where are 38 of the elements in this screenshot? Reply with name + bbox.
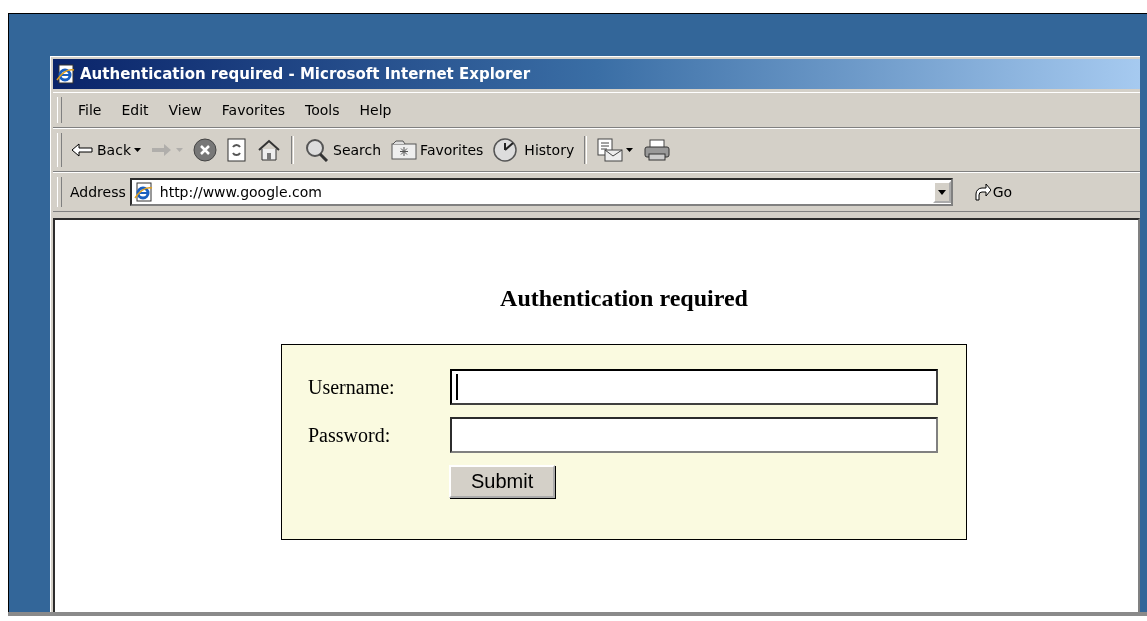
refresh-icon xyxy=(227,138,247,162)
toolbar-button[interactable] xyxy=(257,139,281,161)
toolbar-button[interactable] xyxy=(193,138,217,162)
toolbar-button[interactable] xyxy=(643,139,672,161)
curved-arrow-icon xyxy=(972,183,991,201)
menu-item[interactable]: Tools xyxy=(297,102,348,118)
back-arrow-icon xyxy=(70,142,94,158)
home-icon xyxy=(257,139,281,161)
browser-page-icon xyxy=(56,64,76,84)
toolbar-button[interactable]: Search xyxy=(304,138,382,162)
caret-icon xyxy=(937,189,946,195)
menu-item[interactable]: File xyxy=(70,102,110,118)
search-icon xyxy=(304,138,330,162)
menu-item[interactable]: Help xyxy=(351,102,400,118)
forward-arrow-icon xyxy=(151,142,173,158)
menu-item[interactable]: Edit xyxy=(113,102,157,118)
address-field[interactable]: http://www.google.com xyxy=(129,178,953,206)
window-title: Authentication required - Microsoft Internet Explorer xyxy=(80,65,531,83)
toolbar-button[interactable]: Favorites xyxy=(391,140,484,160)
stop-icon xyxy=(193,138,217,162)
field-label: Username: xyxy=(308,375,396,399)
page-heading: Authentication required xyxy=(500,285,748,312)
submit-button[interactable]: Submit xyxy=(449,465,556,498)
field-label: Password: xyxy=(308,423,392,447)
toolbar-button[interactable]: History xyxy=(493,138,575,162)
menu-item[interactable]: Favorites xyxy=(213,102,294,118)
go-button[interactable]: Go xyxy=(972,183,1013,201)
toolbar-button[interactable]: Back xyxy=(70,142,141,158)
toolbar-button[interactable] xyxy=(597,138,634,162)
address-label: Address xyxy=(70,184,126,200)
input-field[interactable] xyxy=(450,369,938,405)
mail-icon xyxy=(597,138,624,162)
browser-page-icon xyxy=(133,182,154,202)
menu-item[interactable]: View xyxy=(160,102,210,118)
input-field[interactable] xyxy=(450,417,938,453)
printer-icon xyxy=(643,139,672,161)
dropdown-button[interactable] xyxy=(932,181,951,203)
toolbar-button[interactable] xyxy=(227,138,247,162)
